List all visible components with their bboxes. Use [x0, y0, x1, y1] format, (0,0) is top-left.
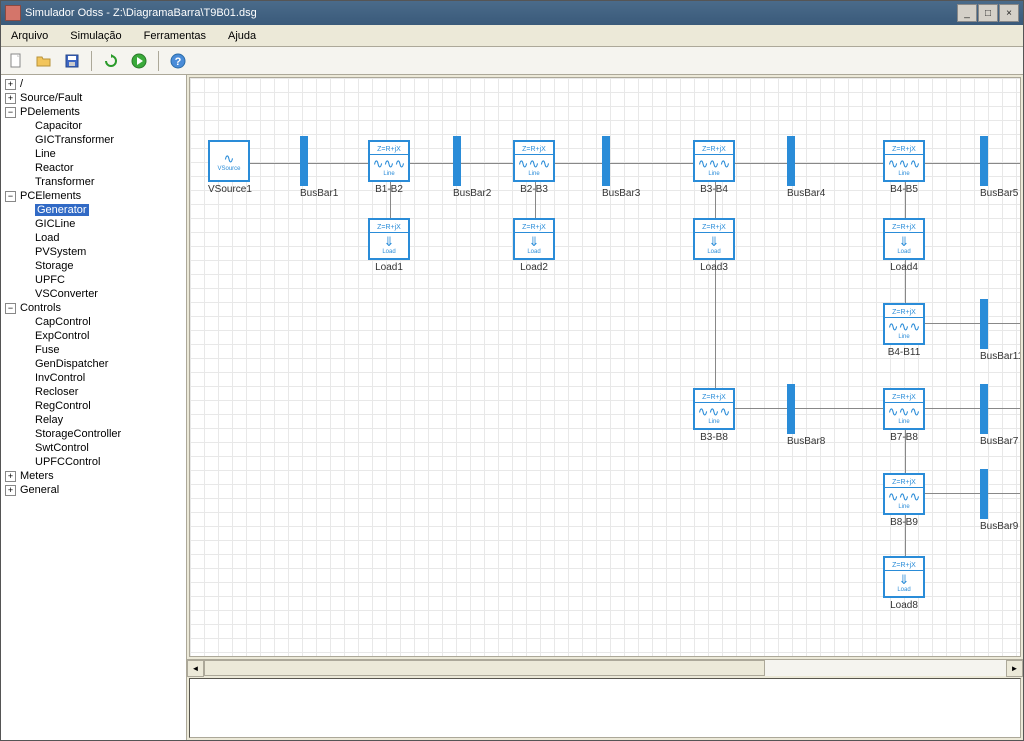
- tree-capcontrol[interactable]: CapControl: [1, 315, 186, 329]
- block-busbar9[interactable]: BusBar9: [980, 469, 1018, 532]
- tree-transformer[interactable]: Transformer: [1, 175, 186, 189]
- block-b7b8[interactable]: Z=R+jX∿∿∿Line B7-B8: [883, 388, 925, 443]
- tree-fuse[interactable]: Fuse: [1, 343, 186, 357]
- block-load3[interactable]: Z=R+jX⇓Load Load3: [693, 218, 735, 273]
- output-panel[interactable]: [189, 678, 1021, 738]
- save-icon: [64, 53, 80, 69]
- tree-pdelements[interactable]: −PDelements: [1, 105, 186, 119]
- open-button[interactable]: [33, 50, 55, 72]
- tree-root[interactable]: +/: [1, 77, 186, 91]
- tree-pvsystem[interactable]: PVSystem: [1, 245, 186, 259]
- app-window: Simulador Odss - Z:\DiagramaBarra\T9B01.…: [0, 0, 1024, 741]
- tree-sourcefault[interactable]: +Source/Fault: [1, 91, 186, 105]
- help-icon: ?: [170, 53, 186, 69]
- tree-regcontrol[interactable]: RegControl: [1, 399, 186, 413]
- tree-line[interactable]: Line: [1, 147, 186, 161]
- tree-meters[interactable]: +Meters: [1, 469, 186, 483]
- menu-ajuda[interactable]: Ajuda: [224, 28, 260, 44]
- wire: [715, 163, 716, 408]
- tree-pcelements[interactable]: −PCElements: [1, 189, 186, 203]
- tree-vsconverter[interactable]: VSConverter: [1, 287, 186, 301]
- block-busbar5[interactable]: BusBar5: [980, 136, 1018, 199]
- app-icon: [5, 5, 21, 21]
- svg-text:?: ?: [175, 56, 182, 68]
- minimize-button[interactable]: _: [957, 4, 977, 22]
- tree-storage[interactable]: Storage: [1, 259, 186, 273]
- block-load1[interactable]: Z=R+jX⇓Load Load1: [368, 218, 410, 273]
- block-load4[interactable]: Z=R+jX⇓Load Load4: [883, 218, 925, 273]
- scroll-left-button[interactable]: ◄: [187, 660, 204, 677]
- toolbar: ?: [1, 47, 1023, 75]
- play-icon: [131, 53, 147, 69]
- tree-capacitor[interactable]: Capacitor: [1, 119, 186, 133]
- sidebar-tree[interactable]: +/ +Source/Fault −PDelements Capacitor G…: [1, 75, 187, 740]
- maximize-button[interactable]: □: [978, 4, 998, 22]
- block-busbar7[interactable]: BusBar7: [980, 384, 1018, 447]
- menu-arquivo[interactable]: Arquivo: [7, 28, 52, 44]
- block-busbar11[interactable]: BusBar11: [980, 299, 1021, 362]
- block-busbar3[interactable]: BusBar3: [602, 136, 640, 199]
- tree-general[interactable]: +General: [1, 483, 186, 497]
- title-bar: Simulador Odss - Z:\DiagramaBarra\T9B01.…: [1, 1, 1023, 25]
- scroll-thumb[interactable]: [204, 660, 765, 676]
- toolbar-sep2: [158, 51, 159, 71]
- tree-gendispatcher[interactable]: GenDispatcher: [1, 357, 186, 371]
- block-b4b11[interactable]: Z=R+jX∿∿∿Line B4-B11: [883, 303, 925, 358]
- block-b3b4[interactable]: Z=R+jX∿∿∿Line B3-B4: [693, 140, 735, 195]
- block-busbar1[interactable]: BusBar1: [300, 136, 338, 199]
- tree-load[interactable]: Load: [1, 231, 186, 245]
- tree-expcontrol[interactable]: ExpControl: [1, 329, 186, 343]
- block-b3b8[interactable]: Z=R+jX∿∿∿Line B3-B8: [693, 388, 735, 443]
- refresh-icon: [103, 53, 119, 69]
- help-button[interactable]: ?: [167, 50, 189, 72]
- menu-ferramentas[interactable]: Ferramentas: [140, 28, 210, 44]
- refresh-button[interactable]: [100, 50, 122, 72]
- run-button[interactable]: [128, 50, 150, 72]
- save-button[interactable]: [61, 50, 83, 72]
- tree-upfc[interactable]: UPFC: [1, 273, 186, 287]
- tree-storagecontroller[interactable]: StorageController: [1, 427, 186, 441]
- diagram-canvas[interactable]: ∿VSource VSource1 BusBar1 Z=R+jX∿∿∿Line …: [189, 77, 1021, 657]
- tree-generator[interactable]: Generator: [1, 203, 186, 217]
- block-b1b2[interactable]: Z=R+jX∿∿∿Line B1-B2: [368, 140, 410, 195]
- tree-upfccontrol[interactable]: UPFCControl: [1, 455, 186, 469]
- close-button[interactable]: ×: [999, 4, 1019, 22]
- toolbar-sep1: [91, 51, 92, 71]
- block-b2b3[interactable]: Z=R+jX∿∿∿Line B2-B3: [513, 140, 555, 195]
- block-busbar2[interactable]: BusBar2: [453, 136, 491, 199]
- block-busbar4[interactable]: BusBar4: [787, 136, 825, 199]
- new-doc-icon: [8, 53, 24, 69]
- tree-reactor[interactable]: Reactor: [1, 161, 186, 175]
- tree-invcontrol[interactable]: InvControl: [1, 371, 186, 385]
- block-load8[interactable]: Z=R+jX⇓Load Load8: [883, 556, 925, 611]
- menu-simulacao[interactable]: Simulação: [66, 28, 125, 44]
- tree-controls[interactable]: −Controls: [1, 301, 186, 315]
- h-scrollbar[interactable]: ◄ ►: [187, 659, 1023, 676]
- block-b4b5[interactable]: Z=R+jX∿∿∿Line B4-B5: [883, 140, 925, 195]
- tree-gictransformer[interactable]: GICTransformer: [1, 133, 186, 147]
- tree-relay[interactable]: Relay: [1, 413, 186, 427]
- block-busbar8[interactable]: BusBar8: [787, 384, 825, 447]
- tree-gicline[interactable]: GICLine: [1, 217, 186, 231]
- block-b8b9[interactable]: Z=R+jX∿∿∿Line B8-B9: [883, 473, 925, 528]
- tree-recloser[interactable]: Recloser: [1, 385, 186, 399]
- tree-swtcontrol[interactable]: SwtControl: [1, 441, 186, 455]
- new-button[interactable]: [5, 50, 27, 72]
- open-folder-icon: [36, 53, 52, 69]
- wire: [695, 408, 1021, 409]
- menu-bar: Arquivo Simulação Ferramentas Ajuda: [1, 25, 1023, 47]
- scroll-right-button[interactable]: ►: [1006, 660, 1023, 677]
- block-load2[interactable]: Z=R+jX⇓Load Load2: [513, 218, 555, 273]
- block-vsource1[interactable]: ∿VSource VSource1: [208, 140, 252, 195]
- window-title: Simulador Odss - Z:\DiagramaBarra\T9B01.…: [25, 7, 957, 19]
